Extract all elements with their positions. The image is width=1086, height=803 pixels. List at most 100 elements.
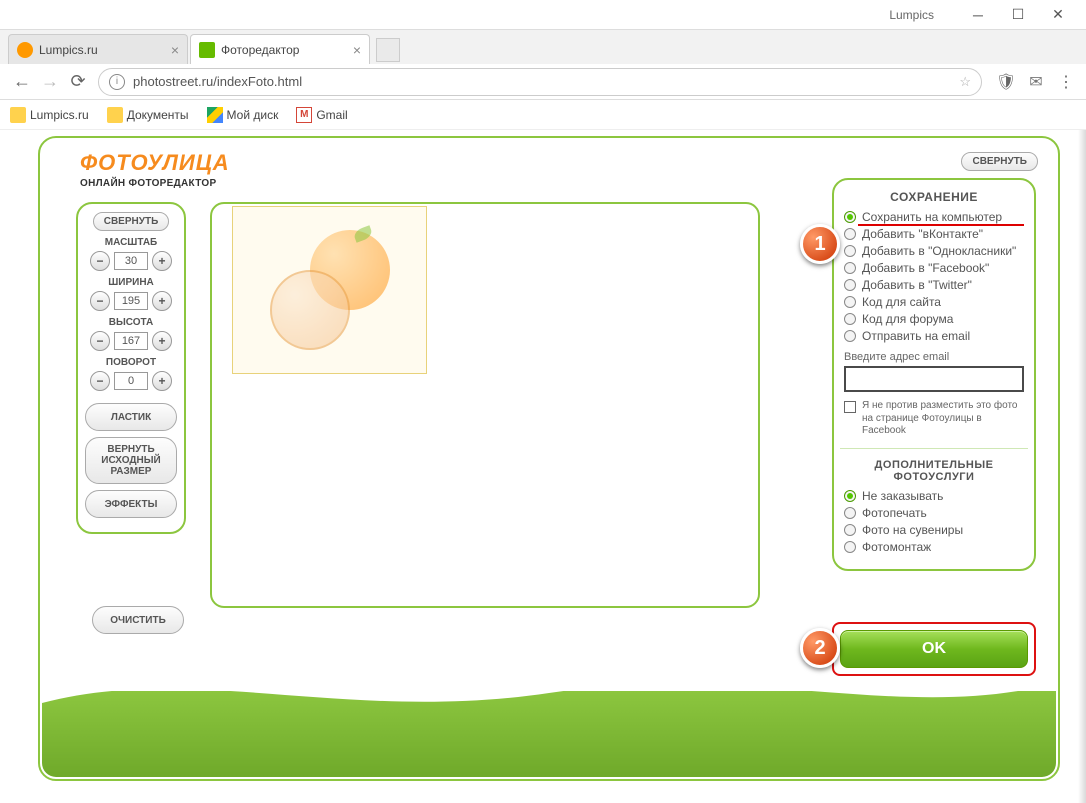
window-maximize-button[interactable]: ☐	[998, 1, 1038, 29]
save-option-vk[interactable]: Добавить "вКонтакте"	[844, 227, 1024, 241]
radio-label: Добавить "вКонтакте"	[862, 227, 983, 241]
browser-toolbar: ← → ⟳ i photostreet.ru/indexFoto.html ☆ …	[0, 64, 1086, 100]
service-option-print[interactable]: Фотопечать	[844, 506, 1024, 520]
tab-title: Фоторедактор	[221, 43, 299, 57]
browser-tab-strip: Lumpics.ru × Фоторедактор ×	[0, 30, 1086, 64]
ok-button[interactable]: OK	[840, 630, 1028, 668]
bookmark-docs[interactable]: Документы	[107, 107, 189, 123]
save-option-email[interactable]: Отправить на email	[844, 329, 1024, 343]
collapse-right-button[interactable]: СВЕРНУТЬ	[961, 152, 1038, 171]
radio-icon	[844, 507, 856, 519]
tab-favicon-orange-icon	[17, 42, 33, 58]
save-section-title: СОХРАНЕНИЕ	[844, 190, 1024, 204]
publish-checkbox-row[interactable]: Я не против разместить это фото на стран…	[844, 400, 1024, 438]
window-close-button[interactable]: ✕	[1038, 1, 1078, 29]
bookmark-lumpics[interactable]: Lumpics.ru	[10, 107, 89, 123]
annotation-marker-2: 2	[800, 628, 840, 668]
scale-value[interactable]: 30	[114, 252, 148, 270]
tab-close-icon[interactable]: ×	[171, 42, 179, 58]
radio-icon	[844, 313, 856, 325]
bookmark-star-icon[interactable]: ☆	[959, 74, 971, 90]
height-plus-button[interactable]: +	[152, 331, 172, 351]
rotate-minus-button[interactable]: −	[90, 371, 110, 391]
height-minus-button[interactable]: −	[90, 331, 110, 351]
width-plus-button[interactable]: +	[152, 291, 172, 311]
save-option-computer[interactable]: Сохранить на компьютер	[844, 210, 1024, 224]
browser-menu-icon[interactable]: ⋮	[1054, 70, 1078, 94]
rotate-plus-button[interactable]: +	[152, 371, 172, 391]
window-app-name: Lumpics	[889, 8, 934, 22]
radio-label: Сохранить на компьютер	[862, 210, 1002, 224]
radio-label: Отправить на email	[862, 329, 970, 343]
save-option-twitter[interactable]: Добавить в "Twitter"	[844, 278, 1024, 292]
image-selection[interactable]	[232, 206, 427, 374]
save-option-sitecode[interactable]: Код для сайта	[844, 295, 1024, 309]
bookmark-drive[interactable]: Мой диск	[207, 107, 279, 123]
drive-icon	[207, 107, 223, 123]
width-label: ШИРИНА	[84, 277, 178, 288]
height-value[interactable]: 167	[114, 332, 148, 350]
annotation-underline	[858, 224, 1024, 226]
nav-reload-button[interactable]: ⟳	[64, 68, 92, 96]
radio-icon	[844, 490, 856, 502]
radio-icon	[844, 296, 856, 308]
tab-favicon-editor-icon	[199, 42, 215, 58]
gmail-icon: M	[296, 107, 312, 123]
logo: ФОТОУЛИЦА ОНЛАЙН ФОТОРЕДАКТОР	[80, 150, 230, 189]
site-info-icon[interactable]: i	[109, 74, 125, 90]
effects-button[interactable]: ЭФФЕКТЫ	[85, 490, 177, 518]
tab-close-icon[interactable]: ×	[353, 42, 361, 58]
service-option-montage[interactable]: Фотомонтаж	[844, 540, 1024, 554]
scale-plus-button[interactable]: +	[152, 251, 172, 271]
radio-icon	[844, 211, 856, 223]
checkbox-label: Я не против разместить это фото на стран…	[862, 400, 1024, 438]
rotate-control: ПОВОРОТ − 0 +	[84, 357, 178, 391]
clear-button[interactable]: ОЧИСТИТЬ	[92, 606, 184, 634]
radio-label: Не заказывать	[862, 489, 943, 503]
radio-icon	[844, 524, 856, 536]
app-frame: ФОТОУЛИЦА ОНЛАЙН ФОТОРЕДАКТОР СВЕРНУТЬ С…	[38, 136, 1060, 781]
left-panel: СВЕРНУТЬ МАСШТАБ − 30 + ШИРИНА − 195 + В…	[76, 202, 186, 534]
email-input[interactable]	[844, 366, 1024, 392]
checkbox-icon[interactable]	[844, 401, 856, 413]
scale-label: МАСШТАБ	[84, 237, 178, 248]
reset-size-button[interactable]: ВЕРНУТЬ ИСХОДНЫЙ РАЗМЕР	[85, 437, 177, 484]
scale-minus-button[interactable]: −	[90, 251, 110, 271]
logo-subtext: ОНЛАЙН ФОТОРЕДАКТОР	[80, 178, 230, 189]
folder-icon	[10, 107, 26, 123]
radio-icon	[844, 279, 856, 291]
address-bar[interactable]: i photostreet.ru/indexFoto.html ☆	[98, 68, 982, 96]
editor-canvas[interactable]	[210, 202, 760, 608]
tab-photoeditor[interactable]: Фоторедактор ×	[190, 34, 370, 64]
collapse-left-button[interactable]: СВЕРНУТЬ	[93, 212, 170, 231]
mail-icon[interactable]: ✉	[1024, 70, 1048, 94]
radio-label: Добавить в "Однокласники"	[862, 244, 1016, 258]
bookmark-gmail[interactable]: MGmail	[296, 107, 347, 123]
radio-label: Фотомонтаж	[862, 540, 931, 554]
nav-back-button[interactable]: ←	[8, 68, 36, 96]
window-minimize-button[interactable]: ─	[958, 1, 998, 29]
services-section-title: ДОПОЛНИТЕЛЬНЫЕ ФОТОУСЛУГИ	[844, 459, 1024, 483]
radio-label: Код для сайта	[862, 295, 941, 309]
radio-icon	[844, 262, 856, 274]
radio-icon	[844, 245, 856, 257]
height-control: ВЫСОТА − 167 +	[84, 317, 178, 351]
rotate-value[interactable]: 0	[114, 372, 148, 390]
window-titlebar: Lumpics ─ ☐ ✕	[0, 0, 1086, 30]
radio-label: Добавить в "Twitter"	[862, 278, 972, 292]
eraser-button[interactable]: ЛАСТИК	[85, 403, 177, 431]
service-option-souvenir[interactable]: Фото на сувениры	[844, 523, 1024, 537]
new-tab-button[interactable]	[376, 38, 400, 62]
save-option-ok[interactable]: Добавить в "Однокласники"	[844, 244, 1024, 258]
width-minus-button[interactable]: −	[90, 291, 110, 311]
ok-highlight-frame: OK	[832, 622, 1036, 676]
save-option-forumcode[interactable]: Код для форума	[844, 312, 1024, 326]
nav-forward-button[interactable]: →	[36, 68, 64, 96]
tab-lumpics[interactable]: Lumpics.ru ×	[8, 34, 188, 64]
folder-icon	[107, 107, 123, 123]
rotate-label: ПОВОРОТ	[84, 357, 178, 368]
service-option-none[interactable]: Не заказывать	[844, 489, 1024, 503]
shield-icon[interactable]: 🛡	[994, 70, 1018, 94]
width-value[interactable]: 195	[114, 292, 148, 310]
save-option-facebook[interactable]: Добавить в "Facebook"	[844, 261, 1024, 275]
